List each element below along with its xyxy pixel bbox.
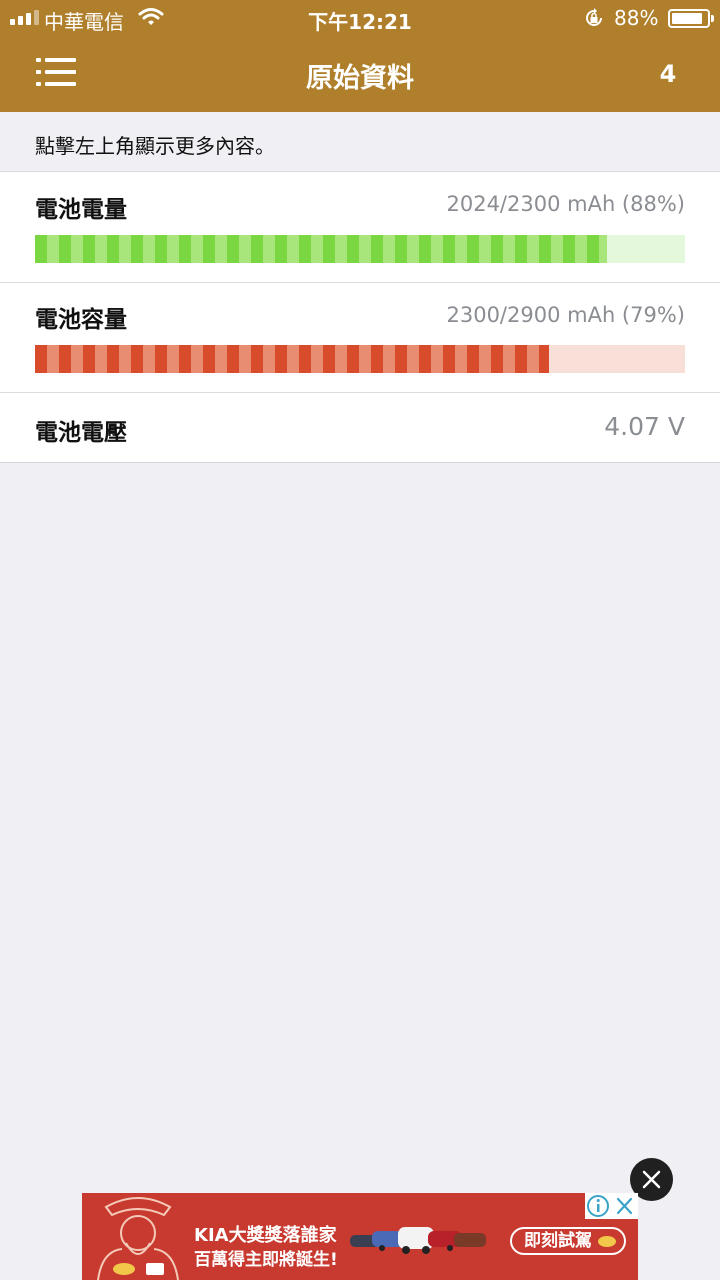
page-title: 原始資料 <box>306 63 414 94</box>
info-icon <box>587 1195 609 1217</box>
gold-ingot-icon <box>598 1236 616 1247</box>
ad-cta-button[interactable]: 即刻試駕 <box>510 1227 626 1255</box>
divider <box>0 282 720 283</box>
battery-capacity-bar-fill <box>35 345 549 373</box>
ad-cta-label: 即刻試駕 <box>524 1231 592 1251</box>
nav-bar: 原始資料 4 <box>0 36 720 112</box>
battery-percent: 88% <box>614 6 659 30</box>
clock: 下午12:21 <box>308 10 412 34</box>
ad-banner[interactable]: KIA大獎獎落誰家 百萬得主即將誕生! 即刻試駕 <box>82 1193 638 1280</box>
divider <box>0 392 720 393</box>
battery-charge-bar-fill <box>35 235 607 263</box>
battery-voltage-value: 4.07 V <box>604 412 685 441</box>
close-icon <box>616 1197 633 1215</box>
ad-subline: 百萬得主即將誕生! <box>194 1250 338 1270</box>
close-icon <box>642 1170 661 1189</box>
battery-charge-label: 電池電量 <box>35 197 127 223</box>
battery-capacity-label: 電池容量 <box>35 307 127 333</box>
status-bar: 中華電信 下午12:21 88% <box>0 0 720 36</box>
battery-charge-value: 2024/2300 mAh (88%) <box>446 192 685 216</box>
battery-capacity-value: 2300/2900 mAh (79%) <box>446 303 685 327</box>
battery-capacity-bar <box>35 345 685 373</box>
battery-voltage-label: 電池電壓 <box>35 420 127 446</box>
page-count-button[interactable]: 4 <box>640 60 696 88</box>
ad-cars-image <box>350 1227 486 1254</box>
ad-dismiss-button[interactable] <box>611 1193 638 1219</box>
battery-icon <box>668 9 714 28</box>
ad-figure-illustration <box>97 1197 179 1280</box>
hint-text: 點擊左上角顯示更多內容。 <box>35 134 275 158</box>
battery-data-card: 電池電量 2024/2300 mAh (88%) 電池容量 2300/2900 … <box>0 171 720 463</box>
orientation-lock-icon <box>583 7 605 33</box>
battery-fill <box>672 13 702 24</box>
ad-info-button[interactable] <box>585 1193 611 1219</box>
ad-headline: KIA大獎獎落誰家 <box>194 1225 337 1246</box>
battery-charge-bar <box>35 235 685 263</box>
